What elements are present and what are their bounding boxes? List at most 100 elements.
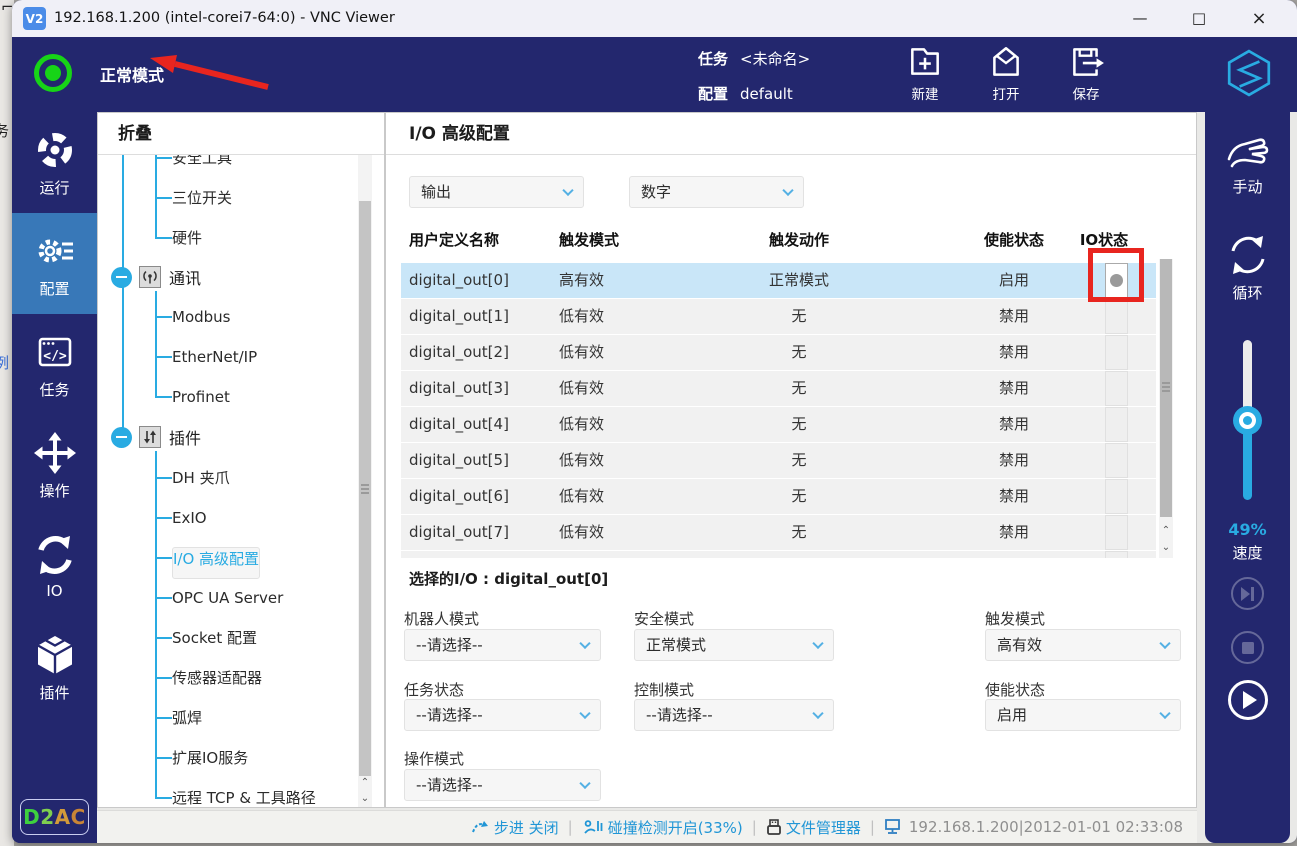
step-status[interactable]: 步进 关闭 — [470, 817, 559, 838]
tree-tick — [155, 197, 172, 199]
tree-connector-line — [122, 155, 124, 437]
io-state-indicator[interactable] — [1105, 551, 1128, 558]
play-icon — [1242, 691, 1257, 709]
step-forward-button[interactable] — [1231, 577, 1264, 610]
tree-item-sensor-adapter[interactable]: 传感器适配器 — [172, 667, 262, 689]
tree-item-profinet[interactable]: Profinet — [172, 386, 230, 408]
nav-label-task: 任务 — [39, 379, 69, 400]
maximize-button[interactable]: □ — [1177, 0, 1221, 37]
tree-scrollbar-thumb[interactable] — [359, 201, 371, 776]
io-state-indicator[interactable] — [1105, 299, 1128, 334]
io-sync-icon — [33, 533, 77, 577]
col-header-enable-state: 使能状态 — [984, 229, 1044, 250]
tree-item-arc-welding[interactable]: 弧焊 — [172, 707, 202, 729]
nav-item-config[interactable]: 配置 — [12, 213, 97, 314]
io-state-indicator[interactable] — [1105, 335, 1128, 370]
task-state-select[interactable]: --请选择-- — [404, 699, 601, 731]
control-mode-label: 控制模式 — [634, 679, 694, 700]
table-row[interactable]: digital_out[7]低有效无禁用 — [401, 515, 1156, 550]
table-row[interactable]: digital_out[5]低有效无禁用 — [401, 443, 1156, 478]
tree-item-opc-ua-server[interactable]: OPC UA Server — [172, 587, 283, 609]
task-value: <未命名> — [740, 50, 810, 68]
step-icon — [470, 818, 490, 836]
tree-collapse-header[interactable]: 折叠 — [98, 113, 384, 155]
tree-item-exio[interactable]: ExIO — [172, 507, 207, 529]
io-state-indicator[interactable] — [1105, 371, 1128, 406]
background-fragment: 例 — [0, 352, 9, 373]
tree-tick — [155, 477, 172, 479]
nav-label-run: 运行 — [39, 177, 69, 198]
table-scrollbar-thumb[interactable] — [1160, 259, 1172, 517]
tree-item-dh-gripper[interactable]: DH 夹爪 — [172, 467, 230, 489]
stop-button[interactable] — [1231, 631, 1264, 664]
close-button[interactable]: × — [1237, 0, 1281, 37]
table-row[interactable]: digital_out[8]低有效无禁用 — [401, 551, 1156, 558]
tree-item-hardware[interactable]: 硬件 — [172, 227, 202, 249]
d2ac-badge[interactable]: D2AC — [20, 799, 89, 835]
table-row[interactable]: digital_out[1]低有效无禁用 — [401, 299, 1156, 334]
scroll-up-icon[interactable]: ⌃ — [1159, 523, 1173, 539]
minimize-button[interactable]: — — [1118, 0, 1162, 37]
save-button[interactable]: 保存 — [1050, 43, 1122, 107]
table-scrollbar[interactable]: ⌃ ⌄ — [1159, 259, 1173, 558]
cycle-mode-button[interactable]: 循环 — [1205, 232, 1290, 303]
operate-mode-select[interactable]: --请选择-- — [404, 769, 601, 801]
collision-detection-status[interactable]: 碰撞检测开启(33%) — [582, 817, 743, 838]
nav-item-plugin[interactable]: 插件 — [12, 617, 97, 718]
table-row[interactable]: digital_out[6]低有效无禁用 — [401, 479, 1156, 514]
table-row[interactable]: digital_out[2]低有效无禁用 — [401, 335, 1156, 370]
tree-item-safety-tools[interactable]: 安全工具 — [172, 155, 232, 169]
io-state-indicator[interactable] — [1105, 407, 1128, 442]
stop-icon — [1242, 642, 1254, 654]
chevron-down-icon — [579, 638, 590, 649]
config-tree-panel: 折叠 — [97, 112, 385, 808]
cycle-label: 循环 — [1232, 282, 1262, 303]
new-button[interactable]: 新建 — [889, 43, 961, 107]
right-control-bar: 手动 循环 49% 速度 — [1205, 112, 1290, 843]
tree-item-three-position-switch[interactable]: 三位开关 — [172, 187, 232, 209]
io-type-select[interactable]: 数字 — [629, 176, 804, 208]
io-direction-select[interactable]: 输出 — [409, 176, 584, 208]
robot-mode-select[interactable]: --请选择-- — [404, 629, 601, 661]
speed-slider-handle[interactable] — [1233, 406, 1262, 435]
table-row[interactable]: digital_out[4]低有效无禁用 — [401, 407, 1156, 442]
trigger-mode-select[interactable]: 高有效 — [985, 629, 1181, 661]
tree-item-ethernet-ip[interactable]: EtherNet/IP — [172, 346, 257, 368]
col-header-trigger-action: 触发动作 — [769, 229, 829, 250]
tree-scrollbar[interactable]: ⌃ ⌄ — [358, 155, 372, 807]
control-mode-select[interactable]: --请选择-- — [634, 699, 834, 731]
trigger-mode-label: 触发模式 — [985, 608, 1045, 629]
nav-item-io[interactable]: IO — [12, 516, 97, 617]
app-header: 正常模式 任务<未命名> 配置default 新建 — [12, 37, 1297, 112]
table-row[interactable]: digital_out[3]低有效无禁用 — [401, 371, 1156, 406]
nav-item-operate[interactable]: 操作 — [12, 415, 97, 516]
hand-icon — [1223, 132, 1273, 172]
table-row[interactable]: digital_out[0]高有效正常模式启用 — [401, 263, 1156, 298]
tree-item-modbus[interactable]: Modbus — [172, 306, 230, 328]
collapse-icon[interactable] — [111, 267, 132, 288]
tree-item-extended-io-service[interactable]: 扩展IO服务 — [172, 747, 248, 769]
file-manager-button[interactable]: 文件管理器 — [766, 817, 861, 838]
nav-item-task[interactable]: </> 任务 — [12, 314, 97, 415]
io-state-indicator[interactable] — [1105, 479, 1128, 514]
tree-item-io-advanced-config[interactable]: I/O 高级配置 — [172, 547, 260, 579]
play-button[interactable] — [1228, 680, 1268, 720]
tree-tick — [155, 597, 172, 599]
d2ac-letter: D — [23, 805, 40, 829]
tree-item-socket-config[interactable]: Socket 配置 — [172, 627, 257, 649]
nav-item-run[interactable]: 运行 — [12, 112, 97, 213]
scroll-down-icon[interactable]: ⌄ — [1159, 540, 1173, 556]
io-state-indicator[interactable] — [1105, 515, 1128, 550]
collapse-icon[interactable] — [111, 427, 132, 448]
window-titlebar[interactable]: V2 192.168.1.200 (intel-corei7-64:0) - V… — [12, 0, 1297, 37]
nav-label-io: IO — [46, 582, 62, 600]
open-button[interactable]: 打开 — [970, 43, 1042, 107]
scroll-down-icon[interactable]: ⌄ — [358, 791, 372, 807]
safety-mode-select[interactable]: 正常模式 — [634, 629, 834, 661]
io-state-indicator[interactable] — [1105, 443, 1128, 478]
cycle-icon — [1225, 232, 1271, 278]
manual-mode-button[interactable]: 手动 — [1205, 132, 1290, 197]
tree-item-remote-tcp-toolpath[interactable]: 远程 TCP & 工具路径 — [172, 787, 316, 807]
enable-state-select[interactable]: 启用 — [985, 699, 1181, 731]
scroll-up-icon[interactable]: ⌃ — [358, 775, 372, 791]
